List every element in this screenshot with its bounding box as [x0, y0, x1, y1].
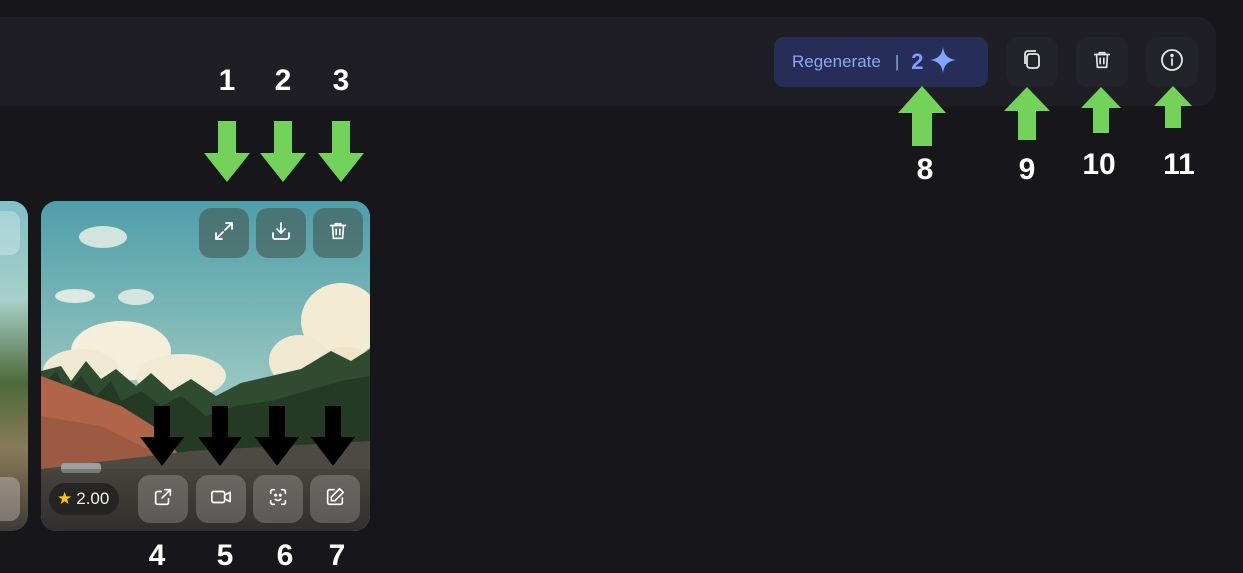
annotation-label-10: 10 [1082, 148, 1116, 181]
annotation-label-2: 2 [274, 64, 292, 97]
annotation-label-1: 1 [218, 64, 236, 97]
annotation-label-3: 3 [332, 64, 350, 97]
annotation-arrow-8 [898, 86, 946, 146]
annotation-arrow-9 [1004, 87, 1050, 140]
annotation-arrow-3 [318, 121, 364, 182]
annotation-arrow-11 [1154, 86, 1192, 128]
annotation-label-5: 5 [216, 539, 234, 572]
annotation-arrow-10 [1081, 87, 1121, 133]
annotation-label-4: 4 [148, 539, 166, 572]
annotation-arrow-7 [311, 406, 355, 466]
annotation-arrow-4 [140, 406, 184, 466]
annotation-label-7: 7 [328, 539, 346, 572]
annotation-arrow-6 [255, 406, 299, 466]
annotation-arrow-2 [260, 121, 306, 182]
annotation-label-8: 8 [916, 153, 934, 186]
annotation-overlay [140, 86, 1192, 466]
annotation-label-11: 11 [1163, 148, 1195, 181]
annotation-arrow-1 [204, 121, 250, 182]
annotation-label-6: 6 [276, 539, 294, 572]
annotation-arrow-5 [198, 406, 242, 466]
annotation-label-9: 9 [1018, 153, 1036, 186]
